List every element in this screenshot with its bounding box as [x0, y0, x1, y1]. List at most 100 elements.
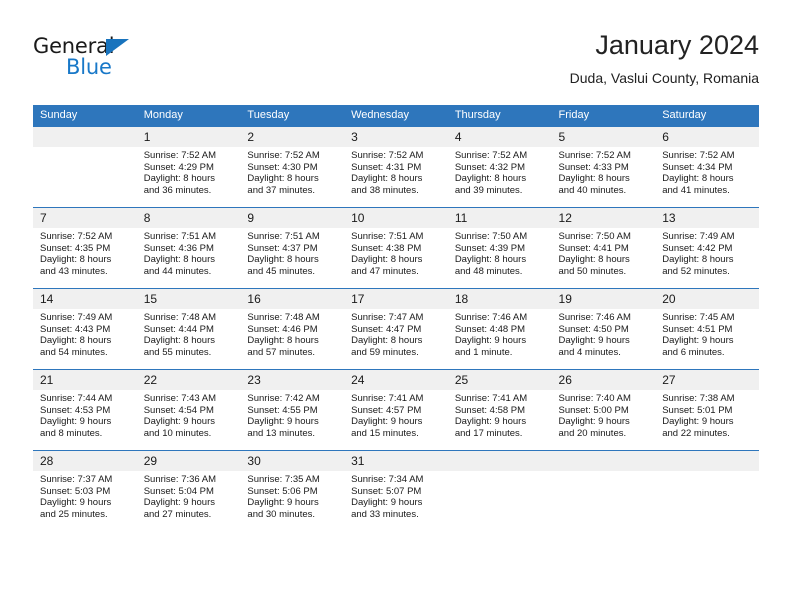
- daylight-text-line2: and 44 minutes.: [143, 265, 212, 277]
- day-number: 14: [33, 289, 137, 309]
- day-number: 2: [240, 127, 345, 147]
- calendar-day-cell[interactable]: 21 Sunrise: 7:44 AM Sunset: 4:53 PM Dayligh…: [33, 369, 137, 451]
- daylight-text-line1: Daylight: 8 hours: [247, 254, 319, 266]
- calendar-day-cell[interactable]: 29 Sunrise: 7:36 AM Sunset: 5:04 PM Dayligh…: [136, 450, 241, 531]
- sunrise-text: Sunrise: 7:46 AM: [454, 312, 528, 323]
- day-number: [655, 451, 759, 471]
- sunset-text: Sunset: 4:55 PM: [247, 404, 318, 416]
- daylight-text-line2: and 15 minutes.: [351, 427, 419, 439]
- calendar-day-cell[interactable]: 8 Sunrise: 7:51 AM Sunset: 4:36 PM Daylight…: [136, 207, 241, 289]
- sunset-text: Sunset: 4:50 PM: [558, 323, 629, 335]
- daylight-text-line2: and 59 minutes.: [351, 346, 419, 358]
- day-number: 4: [447, 127, 552, 147]
- day-number: 9: [240, 208, 345, 228]
- day-sun-info: Sunrise: 7:37 AM Sunset: 5:03 PM Daylight:…: [33, 471, 137, 520]
- day-sun-info: Sunrise: 7:43 AM Sunset: 4:54 PM Daylight:…: [137, 390, 241, 439]
- calendar-day-cell[interactable]: 6 Sunrise: 7:52 AM Sunset: 4:34 PM Daylight…: [655, 126, 759, 208]
- calendar-empty-cell: [655, 450, 759, 531]
- sunrise-text: Sunrise: 7:48 AM: [247, 312, 320, 323]
- calendar-day-cell[interactable]: 12 Sunrise: 7:50 AM Sunset: 4:41 PM Dayligh…: [551, 207, 656, 289]
- calendar-day-cell[interactable]: 15 Sunrise: 7:48 AM Sunset: 4:44 PM Dayligh…: [136, 288, 241, 370]
- day-number: 24: [344, 370, 448, 390]
- daylight-text-line1: Daylight: 9 hours: [558, 416, 630, 428]
- day-number: 28: [33, 451, 137, 471]
- calendar-day-cell[interactable]: 28 Sunrise: 7:37 AM Sunset: 5:03 PM Dayligh…: [33, 450, 137, 531]
- daylight-text-line2: and 30 minutes.: [247, 508, 316, 520]
- day-sun-info: Sunrise: 7:48 AM Sunset: 4:44 PM Daylight:…: [137, 309, 241, 358]
- calendar-day-cell[interactable]: 11 Sunrise: 7:50 AM Sunset: 4:39 PM Dayligh…: [447, 207, 552, 289]
- sunrise-text: Sunrise: 7:41 AM: [351, 393, 424, 404]
- title-block: January 2024 Duda, Vaslui County, Romani…: [570, 28, 759, 88]
- sunset-text: Sunset: 4:47 PM: [351, 323, 422, 335]
- calendar-day-cell[interactable]: 5 Sunrise: 7:52 AM Sunset: 4:33 PM Daylight…: [551, 126, 656, 208]
- calendar-day-cell[interactable]: 14 Sunrise: 7:49 AM Sunset: 4:43 PM Dayligh…: [33, 288, 137, 370]
- weekday-header-thursday: Thursday: [447, 105, 552, 127]
- sunrise-text: Sunrise: 7:34 AM: [351, 474, 424, 485]
- daylight-text-line1: Daylight: 8 hours: [351, 335, 423, 347]
- sunrise-text: Sunrise: 7:47 AM: [351, 312, 424, 323]
- daylight-text-line2: and 43 minutes.: [40, 265, 108, 277]
- calendar-day-cell[interactable]: 18 Sunrise: 7:46 AM Sunset: 4:48 PM Dayligh…: [447, 288, 552, 370]
- daylight-text-line2: and 47 minutes.: [351, 265, 419, 277]
- day-sun-info: Sunrise: 7:52 AM Sunset: 4:29 PM Daylight:…: [137, 147, 241, 196]
- calendar-day-cell[interactable]: 19 Sunrise: 7:46 AM Sunset: 4:50 PM Dayligh…: [551, 288, 656, 370]
- sunset-text: Sunset: 4:34 PM: [662, 161, 733, 173]
- daylight-text-line1: Daylight: 9 hours: [454, 416, 527, 428]
- calendar-day-cell[interactable]: 9 Sunrise: 7:51 AM Sunset: 4:37 PM Daylight…: [240, 207, 345, 289]
- daylight-text-line1: Daylight: 8 hours: [247, 335, 319, 347]
- sunset-text: Sunset: 5:04 PM: [143, 485, 214, 497]
- sunrise-text: Sunrise: 7:45 AM: [662, 312, 735, 323]
- sunset-text: Sunset: 5:03 PM: [40, 485, 111, 497]
- calendar-day-cell[interactable]: 26 Sunrise: 7:40 AM Sunset: 5:00 PM Dayligh…: [551, 369, 656, 451]
- day-sun-info: Sunrise: 7:38 AM Sunset: 5:01 PM Daylight:…: [655, 390, 759, 439]
- day-sun-info: Sunrise: 7:51 AM Sunset: 4:36 PM Daylight:…: [137, 228, 241, 277]
- day-number: 26: [551, 370, 656, 390]
- day-sun-info: Sunrise: 7:52 AM Sunset: 4:35 PM Daylight:…: [33, 228, 137, 277]
- sunrise-text: Sunrise: 7:38 AM: [662, 393, 735, 404]
- calendar-empty-cell: [447, 450, 552, 531]
- daylight-text-line2: and 13 minutes.: [247, 427, 316, 439]
- sunset-text: Sunset: 5:06 PM: [247, 485, 318, 497]
- calendar-day-cell[interactable]: 4 Sunrise: 7:52 AM Sunset: 4:32 PM Daylight…: [447, 126, 552, 208]
- daylight-text-line2: and 8 minutes.: [40, 427, 103, 439]
- daylight-text-line1: Daylight: 9 hours: [40, 497, 112, 509]
- calendar-day-cell[interactable]: 3 Sunrise: 7:52 AM Sunset: 4:31 PM Daylight…: [344, 126, 448, 208]
- daylight-text-line2: and 55 minutes.: [143, 346, 212, 358]
- day-number: 19: [551, 289, 656, 309]
- daylight-text-line1: Daylight: 9 hours: [558, 335, 630, 347]
- daylight-text-line1: Daylight: 9 hours: [662, 416, 734, 428]
- daylight-text-line2: and 54 minutes.: [40, 346, 108, 358]
- calendar-day-cell[interactable]: 17 Sunrise: 7:47 AM Sunset: 4:47 PM Dayligh…: [344, 288, 448, 370]
- calendar-day-cell[interactable]: 16 Sunrise: 7:48 AM Sunset: 4:46 PM Dayligh…: [240, 288, 345, 370]
- day-sun-info: Sunrise: 7:48 AM Sunset: 4:46 PM Daylight:…: [240, 309, 344, 358]
- calendar-day-cell[interactable]: 27 Sunrise: 7:38 AM Sunset: 5:01 PM Dayligh…: [655, 369, 759, 451]
- calendar-page: General Blue January 2024 Duda, Vaslui C…: [0, 0, 792, 612]
- calendar-week-row: 21 Sunrise: 7:44 AM Sunset: 4:53 PM Dayligh…: [33, 369, 759, 451]
- calendar-day-cell[interactable]: 25 Sunrise: 7:41 AM Sunset: 4:58 PM Dayligh…: [447, 369, 552, 451]
- calendar-day-cell[interactable]: 30 Sunrise: 7:35 AM Sunset: 5:06 PM Dayligh…: [240, 450, 345, 531]
- calendar-week-row: 7 Sunrise: 7:52 AM Sunset: 4:35 PM Daylight…: [33, 207, 759, 289]
- weekday-header-sunday: Sunday: [33, 105, 137, 127]
- daylight-text-line1: Daylight: 8 hours: [662, 173, 734, 185]
- calendar-day-cell[interactable]: 1 Sunrise: 7:52 AM Sunset: 4:29 PM Daylight…: [136, 126, 241, 208]
- day-sun-info: Sunrise: 7:41 AM Sunset: 4:58 PM Daylight:…: [448, 390, 552, 439]
- calendar-day-cell[interactable]: 10 Sunrise: 7:51 AM Sunset: 4:38 PM Dayligh…: [344, 207, 448, 289]
- generalblue-logo[interactable]: General Blue: [33, 36, 193, 92]
- calendar-day-cell[interactable]: 23 Sunrise: 7:42 AM Sunset: 4:55 PM Dayligh…: [240, 369, 345, 451]
- day-sun-info: Sunrise: 7:51 AM Sunset: 4:38 PM Daylight:…: [344, 228, 448, 277]
- calendar-day-cell[interactable]: 13 Sunrise: 7:49 AM Sunset: 4:42 PM Dayligh…: [655, 207, 759, 289]
- calendar-day-cell[interactable]: 31 Sunrise: 7:34 AM Sunset: 5:07 PM Dayligh…: [344, 450, 448, 531]
- sunrise-text: Sunrise: 7:36 AM: [143, 474, 217, 485]
- day-number: 20: [655, 289, 759, 309]
- daylight-text-line2: and 10 minutes.: [143, 427, 212, 439]
- sunrise-text: Sunrise: 7:52 AM: [662, 150, 735, 161]
- calendar-day-cell[interactable]: 7 Sunrise: 7:52 AM Sunset: 4:35 PM Daylight…: [33, 207, 137, 289]
- page-subtitle: Duda, Vaslui County, Romania: [569, 70, 759, 86]
- calendar-day-cell[interactable]: 20 Sunrise: 7:45 AM Sunset: 4:51 PM Dayligh…: [655, 288, 759, 370]
- calendar-day-cell[interactable]: 22 Sunrise: 7:43 AM Sunset: 4:54 PM Dayligh…: [136, 369, 241, 451]
- daylight-text-line2: and 36 minutes.: [143, 184, 212, 196]
- calendar-day-cell[interactable]: 24 Sunrise: 7:41 AM Sunset: 4:57 PM Dayligh…: [344, 369, 448, 451]
- day-number: 6: [655, 127, 759, 147]
- day-number: 1: [136, 127, 241, 147]
- calendar-day-cell[interactable]: 2 Sunrise: 7:52 AM Sunset: 4:30 PM Daylight…: [240, 126, 345, 208]
